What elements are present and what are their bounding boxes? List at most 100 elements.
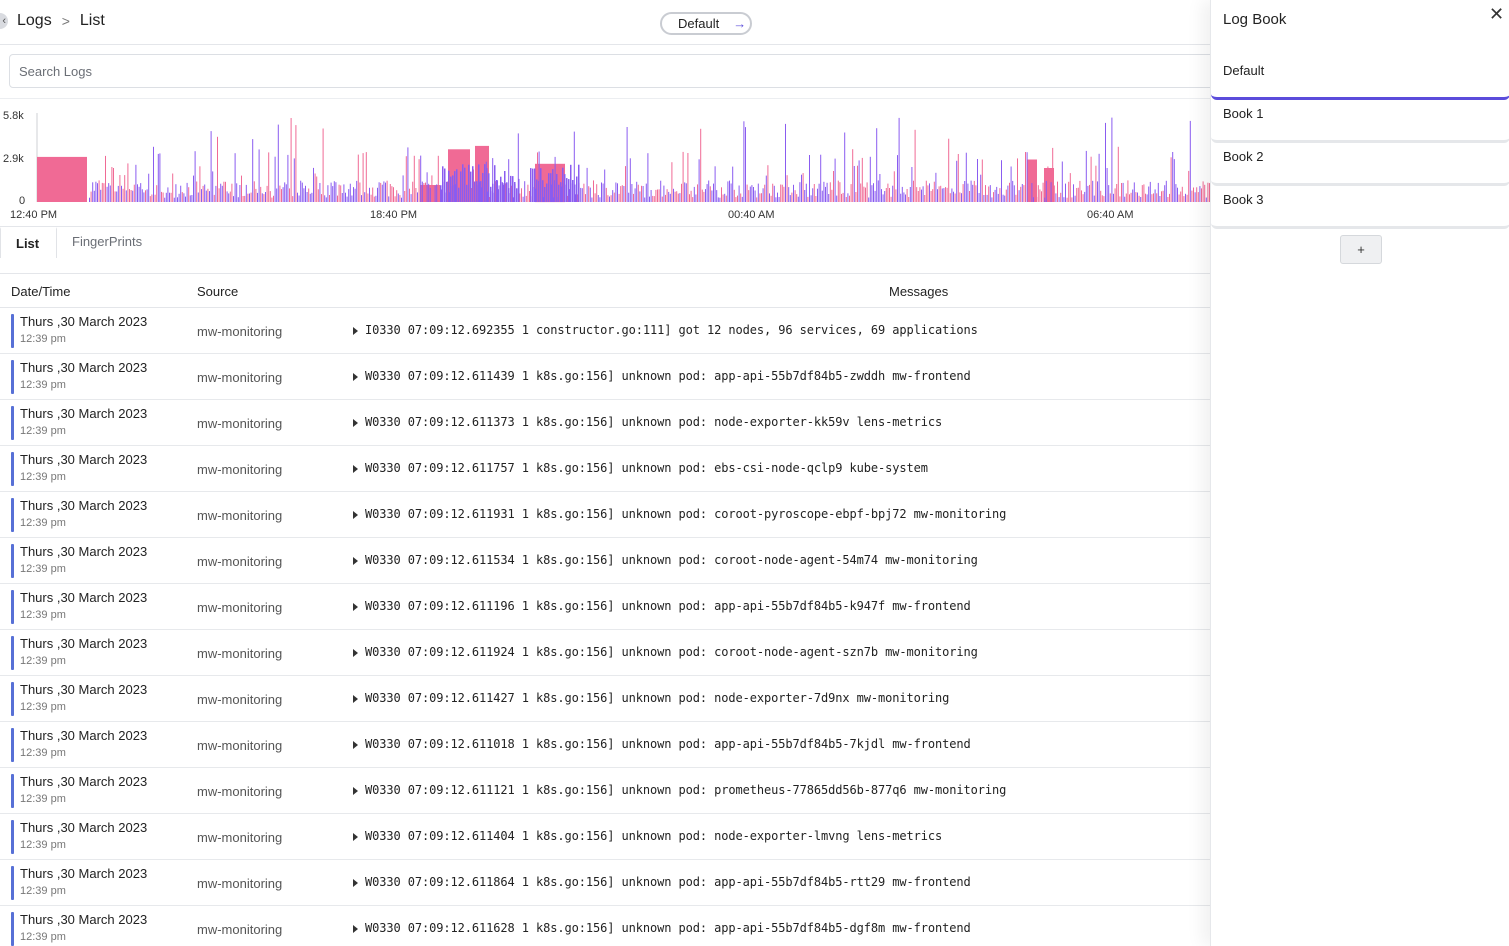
chart-bar bbox=[1153, 193, 1154, 202]
logs-main-area: ‹ Logs > List Default → 5.8k 2.9k 0 12:4… bbox=[0, 0, 1210, 946]
row-source: mw-monitoring bbox=[197, 554, 283, 569]
table-row[interactable]: Thurs ,30 March 2023 12:39 pm mw-monitorin… bbox=[0, 492, 1210, 538]
logbook-panel: Log Book ✕ Default Book 1 Book 2 Book 3 … bbox=[1210, 0, 1509, 946]
chart-bar bbox=[1065, 183, 1066, 202]
chart-bar bbox=[980, 174, 982, 202]
chart-bar bbox=[1119, 196, 1121, 202]
expand-caret-icon[interactable] bbox=[353, 465, 358, 473]
chart-bar bbox=[1015, 194, 1017, 202]
tab-fingerprints[interactable]: FingerPrints bbox=[57, 227, 157, 258]
chart-bar bbox=[884, 191, 886, 202]
chart-bar bbox=[717, 197, 719, 202]
logbook-selector-button[interactable]: Default → bbox=[660, 12, 752, 35]
table-row[interactable]: Thurs ,30 March 2023 12:39 pm mw-monitorin… bbox=[0, 906, 1210, 946]
chart-bar bbox=[831, 189, 833, 202]
expand-caret-icon[interactable] bbox=[353, 649, 358, 657]
table-row[interactable]: Thurs ,30 March 2023 12:39 pm mw-monitorin… bbox=[0, 446, 1210, 492]
chart-bar bbox=[757, 183, 759, 202]
close-icon[interactable]: ✕ bbox=[1489, 4, 1504, 25]
chart-bar bbox=[605, 187, 607, 202]
column-header-messages[interactable]: Messages bbox=[889, 284, 948, 299]
expand-caret-icon[interactable] bbox=[353, 925, 358, 933]
logbook-item-default[interactable]: Default bbox=[1211, 57, 1509, 100]
row-source: mw-monitoring bbox=[197, 738, 283, 753]
chart-bar bbox=[372, 187, 374, 202]
chart-bar bbox=[709, 186, 711, 202]
chart-bar bbox=[558, 184, 560, 202]
chart-bar bbox=[146, 189, 148, 202]
column-header-source[interactable]: Source bbox=[197, 284, 238, 299]
chart-bar bbox=[273, 195, 274, 202]
chart-bar bbox=[866, 182, 868, 202]
chart-bar bbox=[711, 190, 713, 202]
chart-bar bbox=[793, 184, 794, 202]
chart-bar bbox=[738, 185, 740, 202]
chart-bar bbox=[440, 185, 442, 202]
chart-bar bbox=[177, 197, 178, 202]
chart-bar bbox=[1197, 192, 1199, 202]
expand-caret-icon[interactable] bbox=[353, 603, 358, 611]
table-row[interactable]: Thurs ,30 March 2023 12:39 pm mw-monitorin… bbox=[0, 814, 1210, 860]
expand-caret-icon[interactable] bbox=[353, 741, 358, 749]
chart-bar bbox=[266, 185, 268, 202]
table-row[interactable]: Thurs ,30 March 2023 12:39 pm mw-monitorin… bbox=[0, 400, 1210, 446]
chart-bar bbox=[242, 196, 244, 202]
chart-bar bbox=[141, 189, 143, 202]
chart-bar bbox=[1105, 122, 1106, 202]
chart-bar bbox=[863, 186, 865, 202]
chart-bar bbox=[504, 171, 506, 202]
table-row[interactable]: Thurs ,30 March 2023 12:39 pm mw-monitorin… bbox=[0, 308, 1210, 354]
chart-bar bbox=[572, 180, 574, 202]
add-logbook-button[interactable]: + bbox=[1340, 235, 1382, 264]
tab-list[interactable]: List bbox=[0, 227, 57, 258]
logbook-item-book-3[interactable]: Book 3 bbox=[1211, 186, 1509, 229]
chart-bar bbox=[861, 157, 863, 202]
chart-bar bbox=[335, 182, 337, 202]
chart-bar bbox=[476, 181, 478, 202]
chart-bar bbox=[975, 185, 977, 202]
expand-caret-icon[interactable] bbox=[353, 787, 358, 795]
breadcrumb-root[interactable]: Logs bbox=[17, 12, 52, 30]
chart-bar bbox=[175, 184, 177, 202]
arrow-right-icon: → bbox=[733, 16, 747, 31]
chart-bar bbox=[247, 193, 249, 202]
table-row[interactable]: Thurs ,30 March 2023 12:39 pm mw-monitorin… bbox=[0, 860, 1210, 906]
table-row[interactable]: Thurs ,30 March 2023 12:39 pm mw-monitorin… bbox=[0, 630, 1210, 676]
expand-caret-icon[interactable] bbox=[353, 511, 358, 519]
chart-bar bbox=[1157, 182, 1159, 202]
collapse-icon[interactable]: ‹ bbox=[0, 13, 8, 29]
logbook-item-book-1[interactable]: Book 1 bbox=[1211, 100, 1509, 143]
table-row[interactable]: Thurs ,30 March 2023 12:39 pm mw-monitorin… bbox=[0, 354, 1210, 400]
chart-bar bbox=[309, 193, 311, 202]
expand-caret-icon[interactable] bbox=[353, 373, 358, 381]
chart-bar bbox=[524, 181, 526, 202]
row-level-marker bbox=[11, 406, 14, 440]
chart-bar bbox=[690, 190, 692, 202]
table-row[interactable]: Thurs ,30 March 2023 12:39 pm mw-monitorin… bbox=[0, 768, 1210, 814]
chart-bar bbox=[1189, 120, 1191, 202]
chart-bar bbox=[732, 166, 734, 202]
chart-bar bbox=[295, 125, 297, 202]
chart-bar bbox=[209, 191, 210, 202]
search-input[interactable] bbox=[9, 54, 1210, 88]
chart-bar bbox=[945, 187, 946, 202]
expand-caret-icon[interactable] bbox=[353, 557, 358, 565]
chart-bar bbox=[130, 190, 132, 202]
table-row[interactable]: Thurs ,30 March 2023 12:39 pm mw-monitorin… bbox=[0, 584, 1210, 630]
logbook-item-book-2[interactable]: Book 2 bbox=[1211, 143, 1509, 186]
chart-bar bbox=[500, 176, 502, 202]
expand-caret-icon[interactable] bbox=[353, 695, 358, 703]
table-row[interactable]: Thurs ,30 March 2023 12:39 pm mw-monitorin… bbox=[0, 722, 1210, 768]
table-row[interactable]: Thurs ,30 March 2023 12:39 pm mw-monitorin… bbox=[0, 538, 1210, 584]
chart-bar bbox=[305, 185, 306, 202]
chart-bar bbox=[999, 188, 1001, 202]
chart-bar bbox=[90, 191, 92, 202]
column-header-datetime[interactable]: Date/Time bbox=[11, 284, 70, 299]
table-row[interactable]: Thurs ,30 March 2023 12:39 pm mw-monitorin… bbox=[0, 676, 1210, 722]
expand-caret-icon[interactable] bbox=[353, 833, 358, 841]
expand-caret-icon[interactable] bbox=[353, 879, 358, 887]
expand-caret-icon[interactable] bbox=[353, 327, 358, 335]
expand-caret-icon[interactable] bbox=[353, 419, 358, 427]
row-level-marker bbox=[11, 682, 14, 716]
chart-bar bbox=[1154, 189, 1156, 202]
